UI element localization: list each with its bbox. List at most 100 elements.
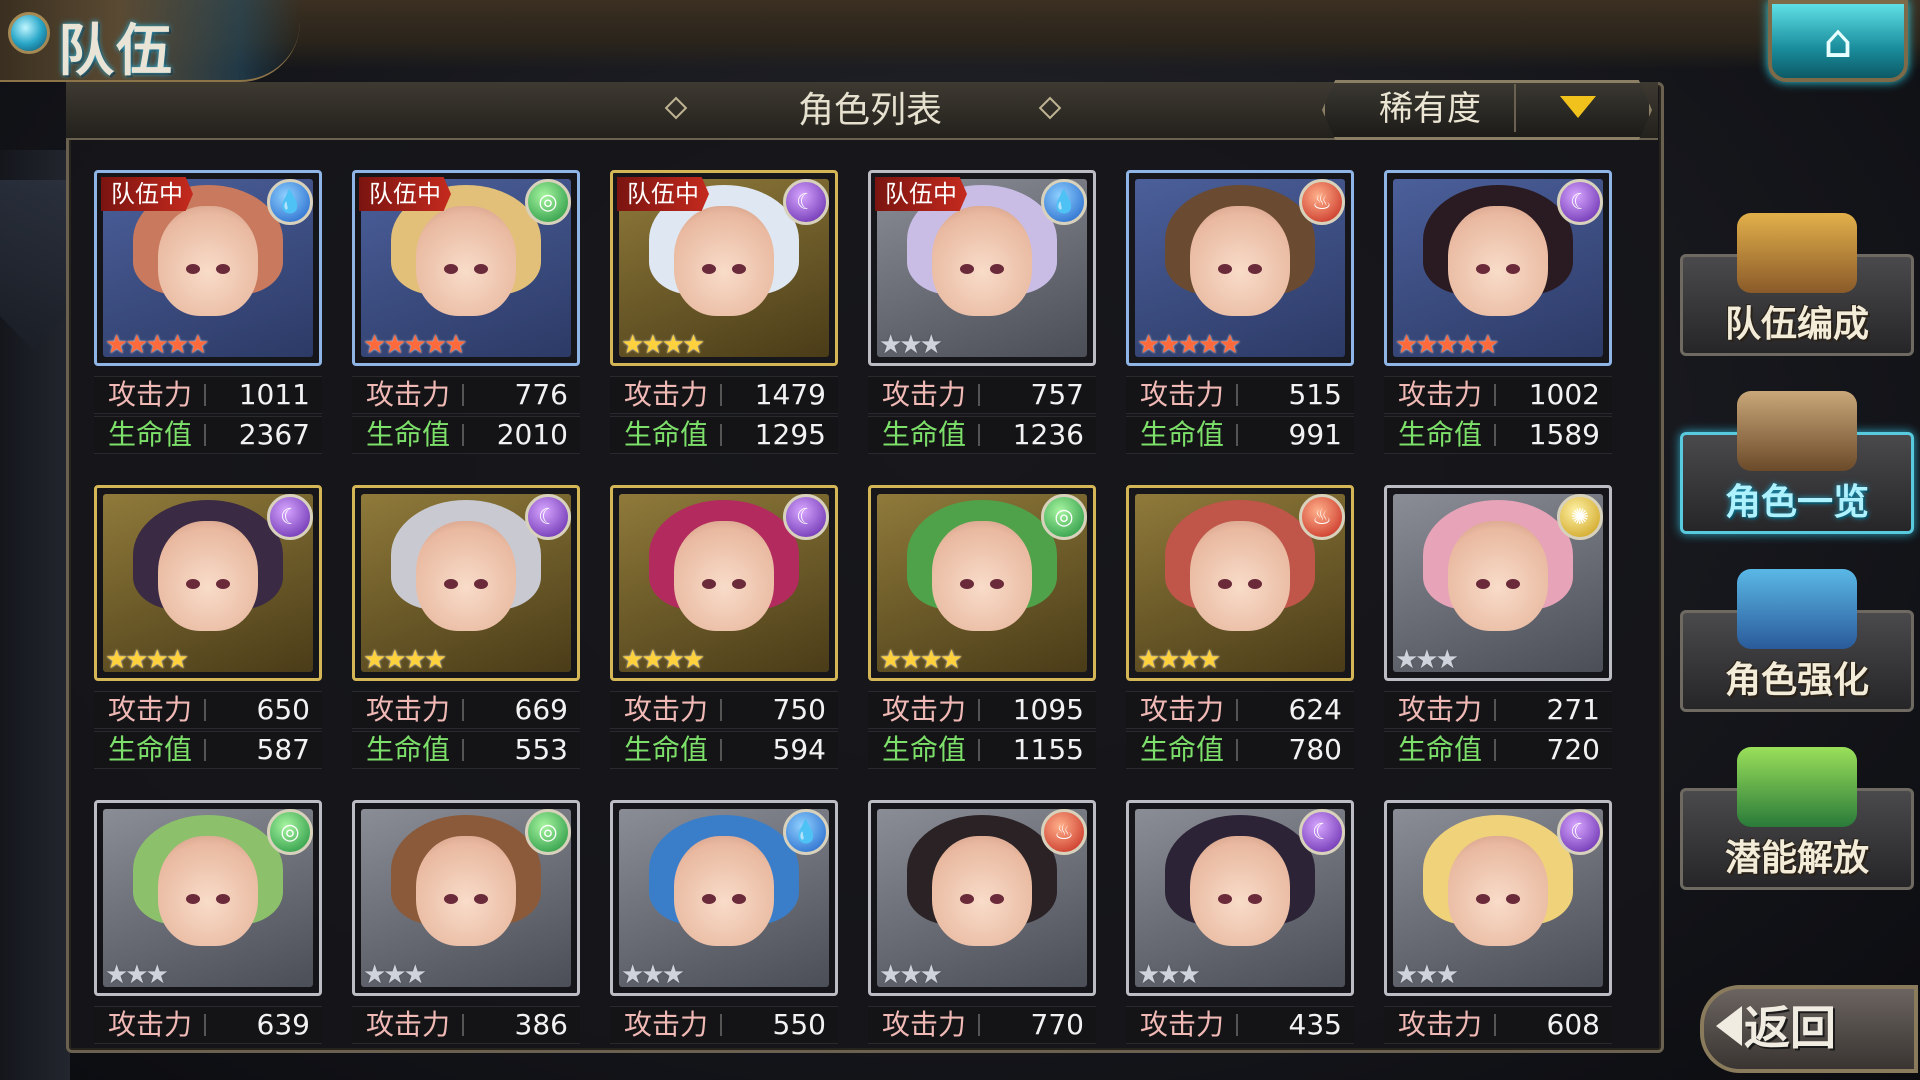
- hp-stat-value: 553: [514, 733, 568, 766]
- attack-stat-row: 攻击力 770: [868, 1006, 1096, 1044]
- hp-stat-value: 991: [1288, 418, 1342, 451]
- attack-stat-label: 攻击力: [366, 1008, 451, 1041]
- attack-stat-label: 攻击力: [1398, 378, 1483, 411]
- character-portrait[interactable]: ☾ ★★★: [1384, 800, 1612, 996]
- attack-stat-value: 550: [772, 1008, 826, 1041]
- attack-stat-label: 攻击力: [882, 378, 967, 411]
- character-portrait[interactable]: ◎ ★★★★: [868, 485, 1096, 681]
- character-portrait[interactable]: 队伍中 💧 ★★★★★: [94, 170, 322, 366]
- hp-stat-row: 生命值 594: [610, 731, 838, 769]
- hp-stat-label: 生命值: [1398, 733, 1483, 766]
- attack-stat-label: 攻击力: [624, 693, 709, 726]
- character-face: [674, 520, 774, 631]
- attack-stat-value: 776: [514, 378, 568, 411]
- character-list-label: 角色一览: [1724, 482, 1869, 523]
- attack-stat-label: 攻击力: [366, 693, 451, 726]
- attack-stat-label: 攻击力: [882, 693, 967, 726]
- in-team-badge: 队伍中: [617, 177, 709, 211]
- stat-divider: [1236, 424, 1238, 446]
- character-portrait[interactable]: ☾ ★★★★: [610, 485, 838, 681]
- stat-divider: [720, 384, 722, 406]
- stat-divider: [1236, 699, 1238, 721]
- character-face: [158, 835, 258, 946]
- attack-stat-row: 攻击力 608: [1384, 1006, 1612, 1044]
- hp-stat-row: 生命值 1589: [1384, 416, 1612, 454]
- team-formation-button[interactable]: 队伍编成: [1680, 213, 1914, 356]
- character-portrait[interactable]: ♨ ★★★★★: [1126, 170, 1354, 366]
- stat-divider: [1494, 699, 1496, 721]
- hp-stat-row: 生命值 2367: [94, 416, 322, 454]
- in-team-badge: 队伍中: [101, 177, 193, 211]
- stat-divider: [978, 384, 980, 406]
- attack-stat-label: 攻击力: [108, 693, 193, 726]
- chevron-down-icon[interactable]: [1560, 96, 1596, 118]
- character-face: [932, 205, 1032, 316]
- character-enhance-button[interactable]: 角色强化: [1680, 569, 1914, 712]
- stat-divider: [978, 424, 980, 446]
- home-button[interactable]: ⌂: [1768, 0, 1908, 82]
- hp-stat-label: 生命值: [1140, 418, 1225, 451]
- stat-divider: [204, 739, 206, 761]
- attack-stat-row: 攻击力 757: [868, 376, 1096, 414]
- attack-stat-value: 515: [1288, 378, 1342, 411]
- character-face: [416, 205, 516, 316]
- character-portrait[interactable]: ☾ ★★★: [1126, 800, 1354, 996]
- dark-element-icon: ☾: [1299, 809, 1345, 855]
- attack-stat-label: 攻击力: [1398, 693, 1483, 726]
- character-face: [674, 205, 774, 316]
- attack-stat-row: 攻击力 624: [1126, 691, 1354, 729]
- hp-stat-label: 生命值: [108, 733, 193, 766]
- title-gem-icon: [8, 12, 50, 54]
- hp-stat-label: 生命值: [624, 733, 709, 766]
- attack-stat-row: 攻击力 386: [352, 1006, 580, 1044]
- title-plate: 队伍: [0, 0, 300, 84]
- rarity-stars: ★★★★: [105, 645, 189, 675]
- sort-dropdown-label[interactable]: 稀有度: [1330, 84, 1530, 134]
- attack-stat-row: 攻击力 271: [1384, 691, 1612, 729]
- attack-stat-row: 攻击力 669: [352, 691, 580, 729]
- stat-divider: [720, 424, 722, 446]
- hp-stat-row: 生命值 1295: [610, 416, 838, 454]
- character-portrait[interactable]: 队伍中 ◎ ★★★★★: [352, 170, 580, 366]
- potential-unlock-button[interactable]: 潜能解放: [1680, 747, 1914, 890]
- character-portrait[interactable]: 💧 ★★★: [610, 800, 838, 996]
- attack-stat-value: 1095: [1012, 693, 1084, 726]
- attack-stat-row: 攻击力 1095: [868, 691, 1096, 729]
- stat-divider: [720, 699, 722, 721]
- character-portrait[interactable]: 队伍中 ☾ ★★★★: [610, 170, 838, 366]
- character-face: [1190, 205, 1290, 316]
- character-portrait[interactable]: ☾ ★★★★: [94, 485, 322, 681]
- character-face: [158, 520, 258, 631]
- character-portrait[interactable]: ♨ ★★★★: [1126, 485, 1354, 681]
- attack-stat-label: 攻击力: [108, 1008, 193, 1041]
- back-arrow-icon[interactable]: [1716, 1006, 1742, 1046]
- character-face: [416, 835, 516, 946]
- character-portrait[interactable]: ◎ ★★★: [352, 800, 580, 996]
- character-portrait[interactable]: ✺ ★★★: [1384, 485, 1612, 681]
- attack-stat-label: 攻击力: [108, 378, 193, 411]
- in-team-badge: 队伍中: [875, 177, 967, 211]
- team-formation-label: 队伍编成: [1724, 304, 1869, 345]
- wind-element-icon: ◎: [525, 809, 571, 855]
- hp-stat-row: 生命值 1236: [868, 416, 1096, 454]
- stat-divider: [1494, 739, 1496, 761]
- attack-stat-row: 攻击力 639: [94, 1006, 322, 1044]
- character-face: [932, 835, 1032, 946]
- hp-stat-row: 生命值 991: [1126, 416, 1354, 454]
- character-portrait[interactable]: 队伍中 💧 ★★★: [868, 170, 1096, 366]
- hp-stat-label: 生命值: [108, 418, 193, 451]
- character-portrait[interactable]: ◎ ★★★: [94, 800, 322, 996]
- stat-divider: [462, 699, 464, 721]
- stat-divider: [978, 1014, 980, 1036]
- stat-divider: [204, 1014, 206, 1036]
- rarity-stars: ★★★★★: [363, 330, 468, 360]
- rarity-stars: ★★★★: [879, 645, 963, 675]
- character-portrait[interactable]: ☾ ★★★★★: [1384, 170, 1612, 366]
- character-portrait[interactable]: ☾ ★★★★: [352, 485, 580, 681]
- back-button-label[interactable]: 返回: [1744, 992, 1836, 1058]
- character-face: [158, 205, 258, 316]
- stat-divider: [720, 1014, 722, 1036]
- character-portrait[interactable]: ♨ ★★★: [868, 800, 1096, 996]
- hp-stat-label: 生命值: [1140, 733, 1225, 766]
- character-list-button[interactable]: 角色一览: [1680, 391, 1914, 534]
